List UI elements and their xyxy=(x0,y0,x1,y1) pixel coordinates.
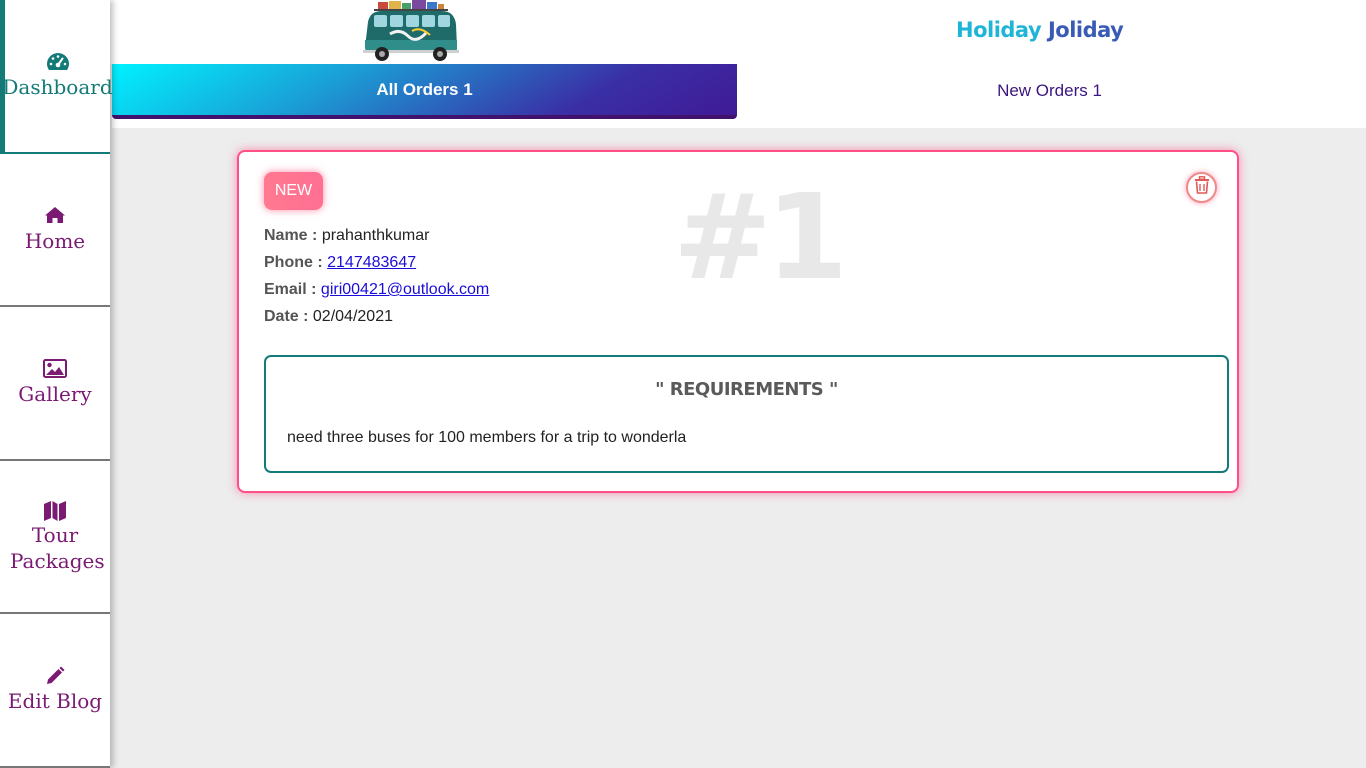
sidebar-item-edit-blog[interactable]: Edit Blog xyxy=(0,614,110,768)
top-header: Holiday Joliday xyxy=(110,0,1366,64)
order-phone-row: Phone : 2147483647 xyxy=(264,251,489,278)
phone-link[interactable]: 2147483647 xyxy=(327,254,416,271)
sidebar-item-tour-packages[interactable]: Tour Packages xyxy=(0,461,110,614)
requirements-title: " REQUIREMENTS " xyxy=(655,379,838,400)
pencil-icon xyxy=(45,666,65,686)
sidebar-item-label: Tour Packages xyxy=(10,522,105,573)
order-name-row: Name : prahanthkumar xyxy=(264,224,489,251)
sidebar-item-label: Home xyxy=(24,228,86,253)
order-date: 02/04/2021 xyxy=(312,308,393,325)
image-icon xyxy=(43,359,67,379)
name-label: Name : xyxy=(264,227,318,244)
status-badge: NEW xyxy=(264,172,323,210)
trash-icon xyxy=(1194,176,1210,199)
van-logo-icon[interactable] xyxy=(360,0,460,62)
sidebar-item-home[interactable]: Home xyxy=(0,154,110,307)
order-date-row: Date : 02/04/2021 xyxy=(264,305,489,332)
brand-name[interactable]: Holiday Joliday xyxy=(956,18,1124,42)
order-card: NEW #1 Name : prahanthkumar Phone : 2147… xyxy=(237,150,1239,493)
email-link[interactable]: giri00421@outlook.com xyxy=(321,281,489,298)
requirements-box: " REQUIREMENTS " need three buses for 10… xyxy=(264,355,1229,473)
order-number: #1 xyxy=(673,168,848,306)
home-icon xyxy=(44,206,66,226)
order-email-row: Email : giri00421@outlook.com xyxy=(264,278,489,305)
map-icon xyxy=(43,500,67,521)
tab-all-orders[interactable]: All Orders 1 xyxy=(112,64,737,119)
dashboard-gauge-icon xyxy=(46,52,70,72)
sidebar-item-label: Gallery xyxy=(18,382,92,406)
tab-new-orders[interactable]: New Orders 1 xyxy=(737,64,1362,118)
sidebar-item-dashboard[interactable]: Dashboard xyxy=(0,0,113,154)
order-details: Name : prahanthkumar Phone : 2147483647 … xyxy=(264,224,489,332)
date-label: Date : xyxy=(264,308,309,325)
customer-name: prahanthkumar xyxy=(321,227,430,244)
sidebar-item-label: Edit Blog xyxy=(7,689,103,713)
email-label: Email : xyxy=(264,281,317,298)
phone-label: Phone : xyxy=(264,254,323,271)
sidebar-item-label: Dashboard xyxy=(2,75,113,99)
requirements-text: need three buses for 100 members for a t… xyxy=(287,429,687,446)
orders-tabs: All Orders 1 New Orders 1 xyxy=(112,64,1366,128)
brand-word-1: Holiday xyxy=(956,18,1042,42)
delete-order-button[interactable] xyxy=(1186,172,1217,203)
sidebar: Dashboard Home Gallery Tour Packages Edi… xyxy=(0,0,113,768)
brand-word-2: Joliday xyxy=(1047,18,1124,42)
sidebar-item-gallery[interactable]: Gallery xyxy=(0,307,110,461)
